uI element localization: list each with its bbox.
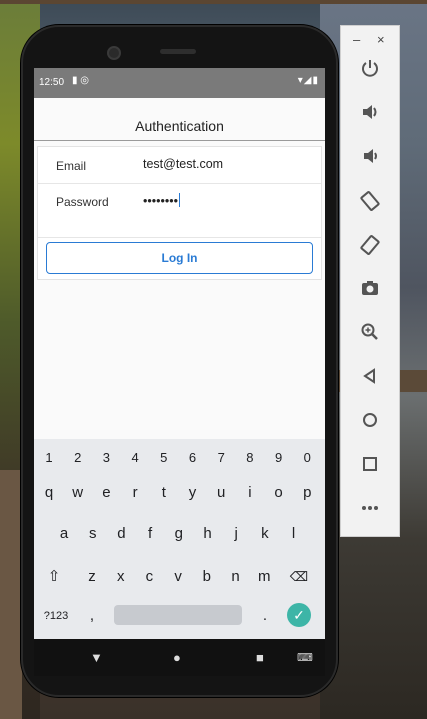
minimize-button[interactable]: –: [353, 32, 360, 47]
backspace-key[interactable]: ⌫: [286, 562, 312, 592]
key-f[interactable]: f: [137, 519, 163, 549]
spacer-row: [38, 219, 321, 238]
key-i[interactable]: i: [237, 478, 263, 508]
status-time: 12:50: [39, 77, 65, 88]
key-r[interactable]: r: [122, 478, 148, 508]
key-l[interactable]: l: [281, 519, 307, 549]
key-x[interactable]: x: [108, 562, 134, 592]
key-o[interactable]: o: [266, 478, 292, 508]
navigation-bar: Authentication: [34, 98, 325, 141]
key-8[interactable]: 8: [237, 443, 263, 473]
rotate-right-icon[interactable]: [356, 234, 384, 260]
login-form: Email test@test.com Password •••••••• Lo…: [37, 146, 322, 280]
key-4[interactable]: 4: [122, 443, 148, 473]
device-screen: 12:50 ▮ ◎ ▾◢▮ Authentication Email test@…: [34, 68, 325, 676]
close-button[interactable]: ×: [377, 32, 385, 47]
emulator-controls-panel: – ×: [340, 25, 400, 537]
key-2[interactable]: 2: [65, 443, 91, 473]
key-w[interactable]: w: [65, 478, 91, 508]
more-icon[interactable]: [356, 498, 384, 524]
key-e[interactable]: e: [93, 478, 119, 508]
key-y[interactable]: y: [180, 478, 206, 508]
background-beam: [0, 0, 427, 4]
volume-up-icon[interactable]: [356, 102, 384, 128]
symbols-key[interactable]: ?123: [39, 601, 73, 631]
email-row[interactable]: Email test@test.com: [38, 147, 321, 184]
keyboard-switch-button[interactable]: ⌨: [297, 651, 313, 664]
key-z[interactable]: z: [79, 562, 105, 592]
key-b[interactable]: b: [194, 562, 220, 592]
zoom-icon[interactable]: [356, 322, 384, 348]
home-icon[interactable]: [356, 410, 384, 436]
notification-icons: ▮ ◎: [72, 75, 90, 86]
space-key[interactable]: [114, 605, 242, 625]
camera-icon: [107, 46, 121, 60]
key-3[interactable]: 3: [93, 443, 119, 473]
home-button[interactable]: ●: [173, 650, 181, 665]
email-field[interactable]: test@test.com: [143, 157, 223, 171]
phone-frame: 12:50 ▮ ◎ ▾◢▮ Authentication Email test@…: [21, 25, 338, 697]
camera-icon[interactable]: [356, 278, 384, 304]
key-5[interactable]: 5: [151, 443, 177, 473]
page-title: Authentication: [135, 118, 224, 134]
key-s[interactable]: s: [80, 519, 106, 549]
key-n[interactable]: n: [223, 562, 249, 592]
status-bar: 12:50 ▮ ◎ ▾◢▮: [34, 68, 325, 98]
key-c[interactable]: c: [136, 562, 162, 592]
login-button[interactable]: Log In: [46, 242, 313, 274]
key-6[interactable]: 6: [180, 443, 206, 473]
key-k[interactable]: k: [252, 519, 278, 549]
overview-icon[interactable]: [356, 454, 384, 480]
key-h[interactable]: h: [195, 519, 221, 549]
key-9[interactable]: 9: [266, 443, 292, 473]
system-navigation-bar: ▼ ● ■ ⌨: [34, 639, 325, 676]
key-d[interactable]: d: [108, 519, 134, 549]
key-u[interactable]: u: [208, 478, 234, 508]
back-button[interactable]: ▼: [90, 650, 103, 665]
comma-key[interactable]: ,: [79, 601, 105, 631]
key-q[interactable]: q: [36, 478, 62, 508]
key-0[interactable]: 0: [294, 443, 320, 473]
key-p[interactable]: p: [294, 478, 320, 508]
signal-battery-icons: ▾◢▮: [297, 75, 319, 86]
key-t[interactable]: t: [151, 478, 177, 508]
key-1[interactable]: 1: [36, 443, 62, 473]
password-row[interactable]: Password ••••••••: [38, 183, 321, 220]
background-deck: [0, 470, 22, 719]
password-field[interactable]: ••••••••: [143, 193, 181, 208]
password-label: Password: [56, 195, 109, 209]
key-j[interactable]: j: [223, 519, 249, 549]
power-icon[interactable]: [356, 58, 384, 84]
volume-down-icon[interactable]: [356, 146, 384, 172]
recents-button[interactable]: ■: [256, 650, 264, 665]
soft-keyboard: 1234567890 qwertyuiop asdfghjkl zxcvbnm …: [34, 439, 325, 639]
enter-key[interactable]: ✓: [287, 603, 311, 627]
text-cursor: [179, 193, 181, 207]
rotate-left-icon[interactable]: [356, 190, 384, 216]
password-value: ••••••••: [143, 194, 179, 208]
key-m[interactable]: m: [251, 562, 277, 592]
back-icon[interactable]: [356, 366, 384, 392]
key-7[interactable]: 7: [208, 443, 234, 473]
key-a[interactable]: a: [51, 519, 77, 549]
key-v[interactable]: v: [165, 562, 191, 592]
email-label: Email: [56, 159, 87, 173]
shift-key[interactable]: ⇧: [41, 562, 67, 592]
key-g[interactable]: g: [166, 519, 192, 549]
period-key[interactable]: .: [252, 601, 278, 631]
speaker-grille: [160, 49, 196, 54]
